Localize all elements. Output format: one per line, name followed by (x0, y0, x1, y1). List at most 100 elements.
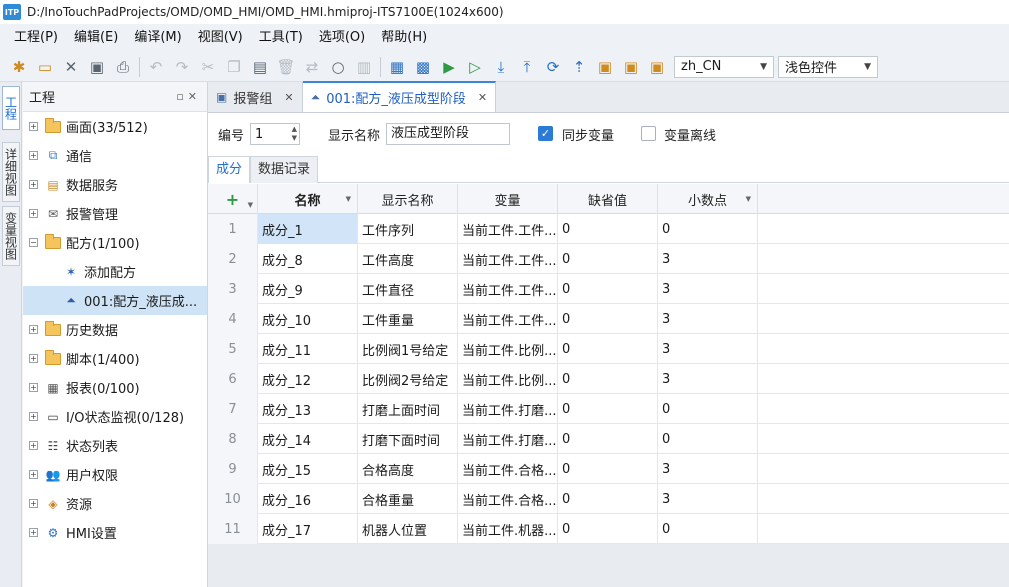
expand-icon[interactable]: + (29, 209, 38, 218)
download-icon[interactable]: ⤓ (488, 55, 514, 79)
tree-item-resources[interactable]: + ◈ 资源 (23, 489, 207, 518)
cell-default-value[interactable]: 0 (558, 424, 658, 454)
display-name-input[interactable]: 液压成型阶段 (386, 123, 510, 145)
run-online-icon[interactable]: ▷ (462, 55, 488, 79)
cell-display-name[interactable]: 工件高度 (358, 244, 458, 274)
cell-variable[interactable]: 当前工件.打磨... (458, 394, 558, 424)
tree-item-data-service[interactable]: + ▤ 数据服务 (23, 170, 207, 199)
cell-name[interactable]: 成分_17 (258, 514, 358, 544)
menu-tools[interactable]: 工具(T) (251, 24, 311, 52)
undo-icon[interactable]: ↶ (143, 55, 169, 79)
sync-variable-checkbox[interactable]: ✓ (538, 126, 553, 141)
close-icon[interactable]: ✕ (478, 91, 487, 104)
menu-help[interactable]: 帮助(H) (373, 24, 435, 52)
float-panel-icon[interactable]: ▫ (176, 90, 187, 103)
expand-icon[interactable]: + (29, 383, 38, 392)
table-row[interactable]: 11 成分_17 机器人位置 当前工件.机器... 0 0 (208, 514, 1009, 544)
cell-variable[interactable]: 当前工件.机器... (458, 514, 558, 544)
cell-decimals[interactable]: 0 (658, 514, 758, 544)
column-header-display-name[interactable]: 显示名称 (358, 184, 458, 214)
cell-name[interactable]: 成分_12 (258, 364, 358, 394)
search-icon[interactable]: ○ (325, 55, 351, 79)
cell-decimals[interactable]: 3 (658, 484, 758, 514)
cell-name[interactable]: 成分_13 (258, 394, 358, 424)
cell-variable[interactable]: 当前工件.合格... (458, 454, 558, 484)
replace-icon[interactable]: ⇄ (299, 55, 325, 79)
expand-icon[interactable]: + (29, 441, 38, 450)
column-header-variable[interactable]: 变量 (458, 184, 558, 214)
variable-offline-checkbox[interactable] (641, 126, 656, 141)
tree-item-screens[interactable]: + 画面(33/512) (23, 112, 207, 141)
expand-icon[interactable]: + (29, 412, 38, 421)
tree-item-recipe-001[interactable]: ⏶ 001:配方_液压成... (23, 286, 207, 315)
cell-decimals[interactable]: 0 (658, 214, 758, 244)
expand-icon[interactable]: + (29, 499, 38, 508)
cell-variable[interactable]: 当前工件.工件... (458, 244, 558, 274)
cell-display-name[interactable]: 合格重量 (358, 484, 458, 514)
transfer-icon[interactable]: ⇡ (566, 55, 592, 79)
cell-name[interactable]: 成分_16 (258, 484, 358, 514)
cell-default-value[interactable]: 0 (558, 394, 658, 424)
cell-decimals[interactable]: 0 (658, 424, 758, 454)
table-row[interactable]: 10 成分_16 合格重量 当前工件.合格... 0 3 (208, 484, 1009, 514)
menu-view[interactable]: 视图(V) (190, 24, 251, 52)
add-row-button[interactable]: + ▼ (208, 184, 258, 214)
tree-item-io-monitor[interactable]: + ▭ I/O状态监视(0/128) (23, 402, 207, 431)
cell-default-value[interactable]: 0 (558, 304, 658, 334)
cell-default-value[interactable]: 0 (558, 334, 658, 364)
tree-item-alarm-management[interactable]: + ✉ 报警管理 (23, 199, 207, 228)
tree-item-add-recipe[interactable]: ✶ 添加配方 (23, 257, 207, 286)
side-tab-variable-view[interactable]: 变量视图 (2, 206, 20, 266)
expand-icon[interactable]: + (29, 354, 38, 363)
expand-icon[interactable]: + (29, 325, 38, 334)
tab-recipe-001[interactable]: ⏶ 001:配方_液压成型阶段 ✕ (302, 81, 497, 112)
expand-icon[interactable]: + (29, 528, 38, 537)
table-row[interactable]: 1 成分_1 工件序列 当前工件.工件... 0 0 (208, 214, 1009, 244)
tree-item-communication[interactable]: + ⧉ 通信 (23, 141, 207, 170)
theme-select[interactable]: 浅色控件 ▼ (778, 55, 878, 78)
cell-default-value[interactable]: 0 (558, 364, 658, 394)
table-row[interactable]: 6 成分_12 比例阀2号给定 当前工件.比例... 0 3 (208, 364, 1009, 394)
cell-name[interactable]: 成分_11 (258, 334, 358, 364)
side-tab-project[interactable]: 工程 (2, 86, 20, 130)
language-select[interactable]: zh_CN ▼ (674, 55, 774, 78)
new-project-icon[interactable]: ✱ (6, 55, 32, 79)
delete-icon[interactable]: 🗑 (273, 55, 299, 79)
menu-options[interactable]: 选项(O) (311, 24, 373, 52)
cell-display-name[interactable]: 打磨下面时间 (358, 424, 458, 454)
cell-variable[interactable]: 当前工件.工件... (458, 214, 558, 244)
tree-item-reports[interactable]: + ▦ 报表(0/100) (23, 373, 207, 402)
cut-icon[interactable]: ✂ (195, 55, 221, 79)
close-icon[interactable]: ✕ (284, 91, 293, 104)
open-folder-icon[interactable]: ▭ (32, 55, 58, 79)
cell-name[interactable]: 成分_1 (258, 214, 358, 244)
cell-decimals[interactable]: 3 (658, 304, 758, 334)
package-settings-icon[interactable]: ▣ (644, 55, 670, 79)
table-row[interactable]: 5 成分_11 比例阀1号给定 当前工件.比例... 0 3 (208, 334, 1009, 364)
cell-name[interactable]: 成分_10 (258, 304, 358, 334)
cell-display-name[interactable]: 工件直径 (358, 274, 458, 304)
cell-decimals[interactable]: 3 (658, 244, 758, 274)
cell-display-name[interactable]: 机器人位置 (358, 514, 458, 544)
expand-icon[interactable]: + (29, 122, 38, 131)
save-icon[interactable]: ▣ (84, 55, 110, 79)
menu-project[interactable]: 工程(P) (6, 24, 66, 52)
column-header-name[interactable]: 名称 ▼ (258, 184, 358, 214)
tree-item-status-list[interactable]: + ☷ 状态列表 (23, 431, 207, 460)
cell-decimals[interactable]: 3 (658, 454, 758, 484)
print-icon[interactable]: ⎙ (110, 55, 136, 79)
redo-icon[interactable]: ↷ (169, 55, 195, 79)
cell-variable[interactable]: 当前工件.比例... (458, 364, 558, 394)
table-row[interactable]: 4 成分_10 工件重量 当前工件.工件... 0 3 (208, 304, 1009, 334)
stepper-arrows-icon[interactable]: ▲ ▼ (292, 125, 297, 143)
cell-variable[interactable]: 当前工件.比例... (458, 334, 558, 364)
table-row[interactable]: 2 成分_8 工件高度 当前工件.工件... 0 3 (208, 244, 1009, 274)
cell-name[interactable]: 成分_14 (258, 424, 358, 454)
table-row[interactable]: 3 成分_9 工件直径 当前工件.工件... 0 3 (208, 274, 1009, 304)
tree-item-recipe[interactable]: − 配方(1/100) (23, 228, 207, 257)
table-row[interactable]: 7 成分_13 打磨上面时间 当前工件.打磨... 0 0 (208, 394, 1009, 424)
cell-name[interactable]: 成分_15 (258, 454, 358, 484)
tab-ingredients[interactable]: 成分 (208, 156, 251, 183)
cell-display-name[interactable]: 工件序列 (358, 214, 458, 244)
expand-icon[interactable]: + (29, 470, 38, 479)
